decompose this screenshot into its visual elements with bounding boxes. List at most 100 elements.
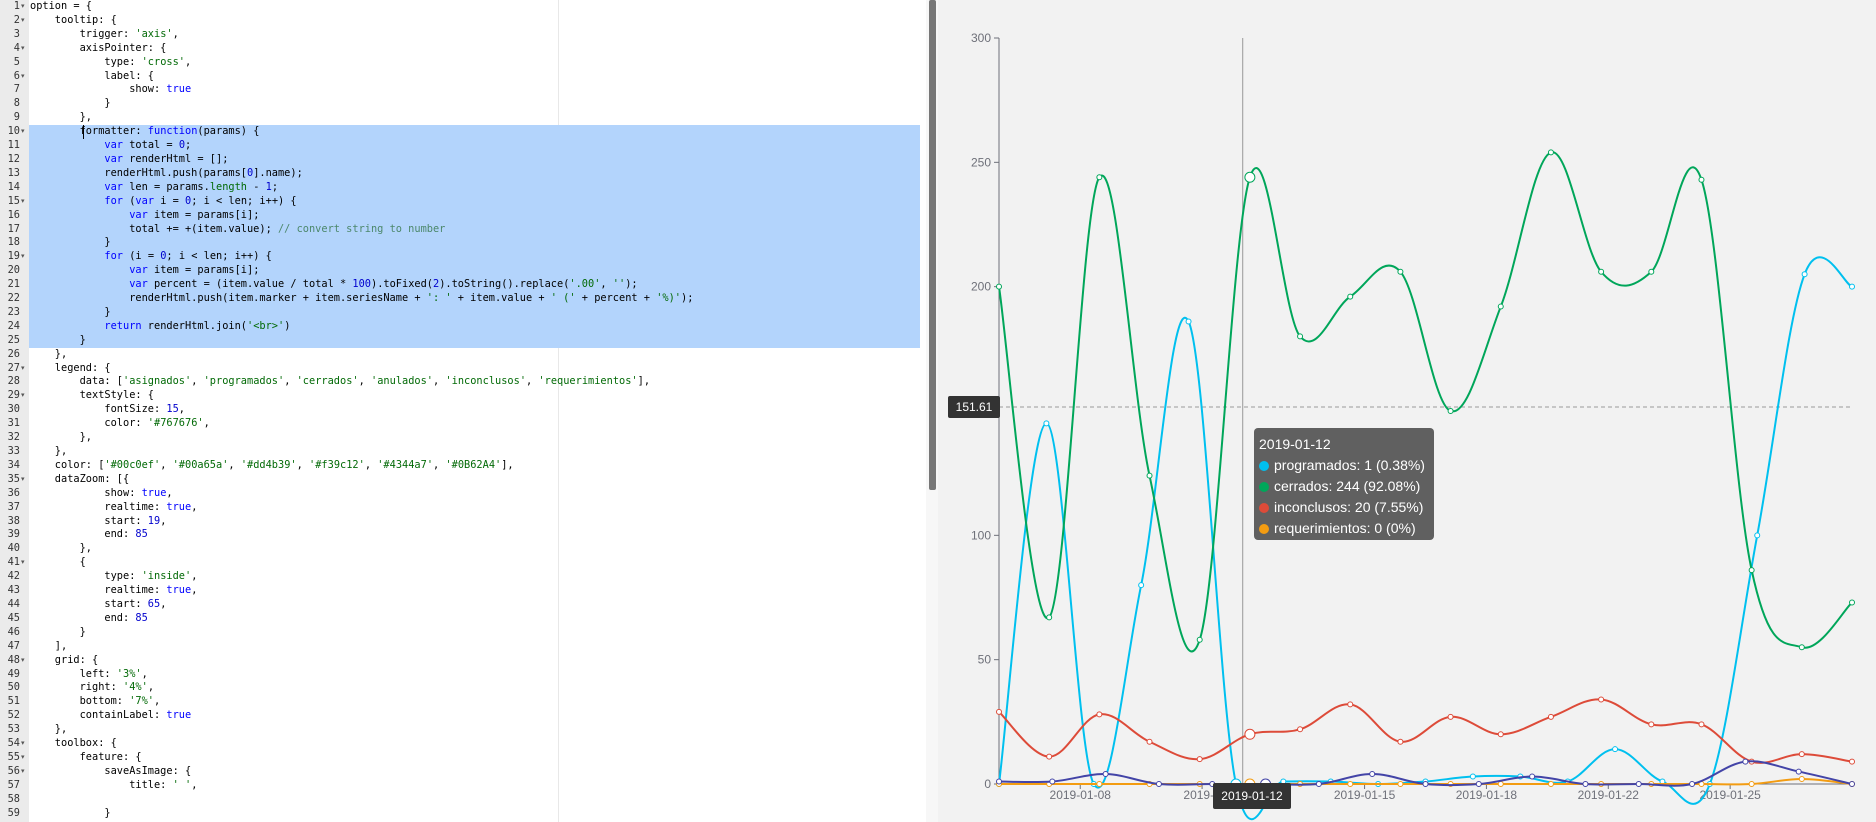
data-point[interactable]	[1798, 751, 1805, 758]
code-line[interactable]: 17 total += +(item.value); // convert st…	[0, 223, 930, 237]
code-line[interactable]: 28 data: ['asignados', 'programados', 'c…	[0, 375, 930, 389]
code-line[interactable]: 30 fontSize: 15,	[0, 403, 930, 417]
data-point[interactable]	[1689, 781, 1696, 787]
code-line[interactable]: 25 }	[0, 334, 930, 348]
fold-toggle-icon[interactable]: ▾	[21, 14, 28, 28]
code-line[interactable]: 1 ▾ option = {	[0, 0, 930, 14]
data-point[interactable]	[1497, 303, 1504, 310]
data-point[interactable]	[1369, 771, 1376, 778]
data-point[interactable]	[1096, 711, 1103, 718]
code-line[interactable]: 3 trigger: 'axis',	[0, 28, 930, 42]
data-point[interactable]	[1754, 532, 1761, 539]
code-line[interactable]: 50 right: '4%',	[0, 681, 930, 695]
data-point[interactable]	[1598, 696, 1605, 703]
data-point[interactable]	[1422, 781, 1429, 787]
code-line[interactable]: 22 renderHtml.push(item.marker + item.se…	[0, 292, 930, 306]
data-point[interactable]	[1447, 408, 1454, 414]
code-line[interactable]: 12 var renderHtml = [];	[0, 153, 930, 167]
fold-toggle-icon[interactable]: ▾	[21, 362, 28, 376]
code-line[interactable]: 54 ▾ toolbox: {	[0, 737, 930, 751]
data-point[interactable]	[1102, 771, 1109, 778]
code-line[interactable]: 59 }	[0, 807, 930, 821]
data-point[interactable]	[1196, 756, 1203, 763]
data-point[interactable]	[1469, 773, 1476, 780]
data-point[interactable]	[996, 708, 1002, 715]
code-line[interactable]: 7 show: true	[0, 83, 930, 97]
fold-toggle-icon[interactable]: ▾	[21, 389, 28, 403]
data-point[interactable]	[1748, 781, 1755, 787]
code-line[interactable]: 29 ▾ textStyle: {	[0, 389, 930, 403]
data-point[interactable]	[1849, 599, 1855, 606]
data-point[interactable]	[1146, 472, 1153, 479]
code-line[interactable]: 19 ▾ for (i = 0; i < len; i++) {	[0, 250, 930, 264]
editor-scrollbar-thumb[interactable]	[929, 0, 936, 490]
code-line[interactable]: 51 bottom: '7%',	[0, 695, 930, 709]
code-line[interactable]: 42 type: 'inside',	[0, 570, 930, 584]
data-point[interactable]	[1742, 758, 1749, 765]
code-line[interactable]: 47 ],	[0, 640, 930, 654]
data-point[interactable]	[1795, 768, 1802, 775]
data-point[interactable]	[1547, 713, 1554, 720]
code-line[interactable]: 10 ▾ formatter: function(params) {	[0, 125, 930, 139]
code-line[interactable]: 55 ▾ feature: {	[0, 751, 930, 765]
code-line[interactable]: 18 }	[0, 236, 930, 250]
chart-preview[interactable]: 0501001502002503002019-01-082019-02019-0…	[938, 0, 1876, 822]
code-line[interactable]: 31 color: '#767676',	[0, 417, 930, 431]
data-point[interactable]	[1497, 731, 1504, 738]
fold-toggle-icon[interactable]: ▾	[21, 70, 28, 84]
code-line[interactable]: 5 type: 'cross',	[0, 56, 930, 70]
data-point[interactable]	[1146, 738, 1153, 745]
data-point[interactable]	[1315, 781, 1322, 787]
code-line[interactable]: 23 }	[0, 306, 930, 320]
data-point[interactable]	[1138, 582, 1145, 589]
data-point[interactable]	[1046, 753, 1053, 760]
code-line[interactable]: 53 },	[0, 723, 930, 737]
data-point[interactable]	[1347, 701, 1354, 708]
code-line[interactable]: 9 },	[0, 111, 930, 125]
fold-toggle-icon[interactable]: ▾	[21, 737, 28, 751]
code-line[interactable]: 44 start: 65,	[0, 598, 930, 612]
data-point[interactable]	[1244, 171, 1256, 183]
data-point[interactable]	[1635, 781, 1642, 787]
code-line[interactable]: 21 var percent = (item.value / total * 1…	[0, 278, 930, 292]
data-point[interactable]	[1648, 721, 1655, 728]
data-point[interactable]	[1043, 420, 1050, 427]
code-line[interactable]: 13 renderHtml.push(params[0].name);	[0, 167, 930, 181]
data-point[interactable]	[1801, 271, 1808, 278]
code-line[interactable]: 46 }	[0, 626, 930, 640]
code-line[interactable]: 14 var len = params.length - 1;	[0, 181, 930, 195]
data-point[interactable]	[1529, 773, 1536, 780]
data-point[interactable]	[1297, 333, 1304, 340]
code-line[interactable]: 56 ▾ saveAsImage: {	[0, 765, 930, 779]
code-line[interactable]: 36 show: true,	[0, 487, 930, 501]
data-point[interactable]	[1698, 176, 1705, 183]
code-line[interactable]: 37 realtime: true,	[0, 501, 930, 515]
fold-toggle-icon[interactable]: ▾	[21, 556, 28, 570]
fold-toggle-icon[interactable]: ▾	[21, 42, 28, 56]
code-line[interactable]: 33 },	[0, 445, 930, 459]
code-line[interactable]: 34 color: ['#00c0ef', '#00a65a', '#dd4b3…	[0, 459, 930, 473]
code-line[interactable]: 40 },	[0, 542, 930, 556]
code-line[interactable]: 38 start: 19,	[0, 515, 930, 529]
data-point[interactable]	[1347, 293, 1354, 300]
fold-toggle-icon[interactable]: ▾	[21, 654, 28, 668]
code-line[interactable]: 57 title: ' ',	[0, 779, 930, 793]
code-line[interactable]: 58	[0, 793, 930, 807]
code-line[interactable]: 41 ▾ {	[0, 556, 930, 570]
code-line[interactable]: 27 ▾ legend: {	[0, 362, 930, 376]
fold-toggle-icon[interactable]: ▾	[21, 765, 28, 779]
code-line[interactable]: 6 ▾ label: {	[0, 70, 930, 84]
code-line[interactable]: 52 containLabel: true	[0, 709, 930, 723]
code-line[interactable]: 39 end: 85	[0, 528, 930, 542]
data-point[interactable]	[1196, 636, 1203, 643]
code-line[interactable]: 20 var item = params[i];	[0, 264, 930, 278]
data-point[interactable]	[1397, 781, 1404, 787]
data-point[interactable]	[1475, 781, 1482, 787]
code-line[interactable]: 45 end: 85	[0, 612, 930, 626]
fold-toggle-icon[interactable]: ▾	[21, 0, 28, 14]
fold-toggle-icon[interactable]: ▾	[21, 195, 28, 209]
data-point[interactable]	[1046, 614, 1053, 621]
data-point[interactable]	[1849, 781, 1855, 787]
data-point[interactable]	[1648, 268, 1655, 275]
data-point[interactable]	[1297, 726, 1304, 733]
